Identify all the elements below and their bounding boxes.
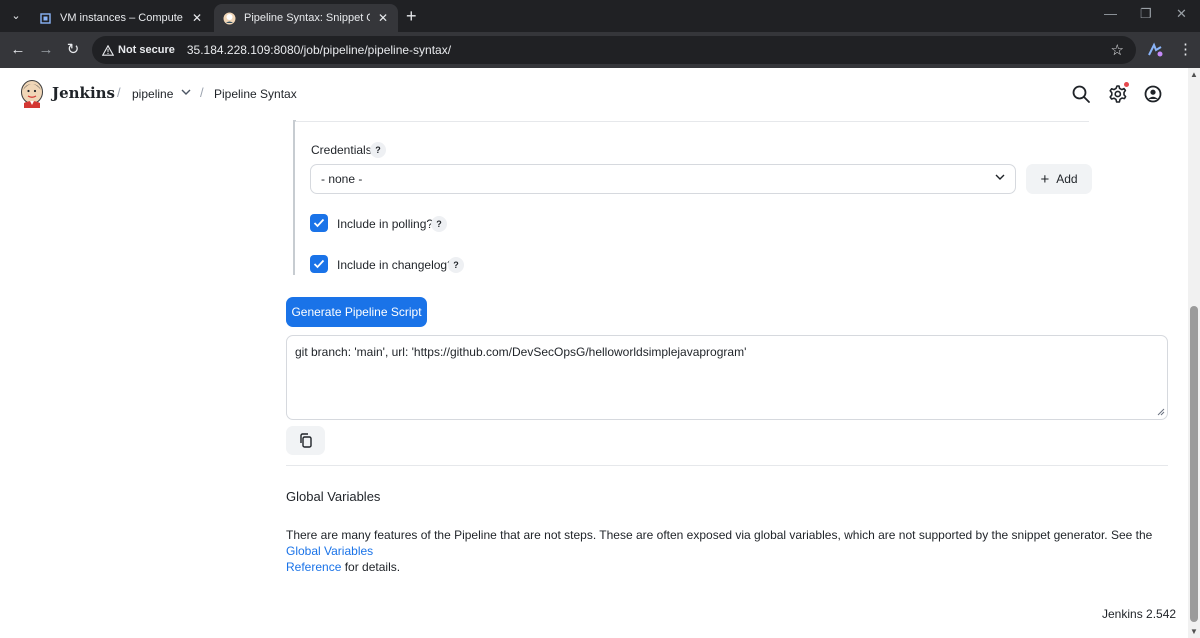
- scroll-down-arrow-icon[interactable]: ▼: [1190, 627, 1198, 636]
- credentials-label: Credentials: [311, 143, 372, 157]
- browser-tab-pipeline-syntax[interactable]: Pipeline Syntax: Snippet Genera ✕: [214, 4, 398, 32]
- breadcrumb-dropdown-chevron-icon[interactable]: [181, 87, 191, 99]
- section-indent-rule: [293, 120, 295, 275]
- bookmark-star-icon[interactable]: ☆: [1111, 41, 1124, 59]
- new-tab-button[interactable]: +: [406, 6, 417, 26]
- compute-engine-favicon-icon: [38, 11, 52, 25]
- breadcrumb-separator: /: [200, 85, 204, 100]
- scroll-up-arrow-icon[interactable]: ▲: [1190, 70, 1198, 79]
- notification-dot: [1124, 82, 1129, 87]
- jenkins-favicon-icon: [222, 11, 236, 25]
- chevron-down-icon: [995, 172, 1005, 184]
- page-scrollbar[interactable]: ▲ ▼: [1188, 68, 1200, 638]
- generate-pipeline-script-button[interactable]: Generate Pipeline Script: [286, 297, 427, 327]
- credentials-help-icon[interactable]: ?: [370, 142, 386, 158]
- scrollbar-thumb[interactable]: [1190, 306, 1198, 622]
- include-polling-checkbox[interactable]: [310, 214, 328, 232]
- site-security-chip[interactable]: Not secure: [102, 44, 175, 56]
- credentials-select[interactable]: - none -: [310, 164, 1016, 194]
- reload-icon[interactable]: ↻: [63, 40, 83, 60]
- global-variables-reference-link[interactable]: Global Variables: [286, 544, 373, 558]
- jenkins-header: Jenkins / pipeline / Pipeline Syntax: [0, 68, 1188, 120]
- checkmark-icon: [313, 259, 325, 269]
- tab-search-chevron-icon[interactable]: ⌄: [8, 8, 24, 24]
- tab-title: Pipeline Syntax: Snippet Genera: [244, 12, 370, 24]
- divider: [286, 465, 1168, 466]
- include-polling-label[interactable]: Include in polling?: [337, 217, 433, 231]
- jenkins-version[interactable]: Jenkins 2.542: [1102, 607, 1176, 621]
- user-account-icon[interactable]: [1142, 83, 1164, 105]
- close-window-icon[interactable]: ✕: [1176, 6, 1187, 22]
- tab-title: VM instances – Compute Engin: [60, 12, 184, 24]
- back-arrow-icon[interactable]: ←: [8, 40, 28, 60]
- breadcrumb-pipeline-syntax[interactable]: Pipeline Syntax: [214, 87, 297, 101]
- copy-to-clipboard-button[interactable]: [286, 426, 325, 455]
- not-secure-label: Not secure: [118, 44, 175, 56]
- generated-script-text: git branch: 'main', url: 'https://github…: [295, 345, 747, 359]
- global-variables-text-end: for details.: [341, 560, 401, 574]
- address-bar[interactable]: Not secure 35.184.228.109:8080/job/pipel…: [92, 36, 1136, 64]
- include-polling-help-icon[interactable]: ?: [431, 216, 447, 232]
- search-icon[interactable]: [1070, 83, 1092, 105]
- include-changelog-checkbox[interactable]: [310, 255, 328, 273]
- global-variables-text: There are many features of the Pipeline …: [286, 528, 1153, 542]
- jenkins-brand[interactable]: Jenkins: [52, 84, 115, 102]
- browser-toolbar: ← → ↻ Not secure 35.184.228.109:8080/job…: [0, 32, 1200, 68]
- minimize-window-icon[interactable]: —: [1104, 6, 1117, 21]
- global-variables-description: There are many features of the Pipeline …: [286, 527, 1168, 575]
- add-label: Add: [1056, 172, 1078, 186]
- jenkins-logo-icon[interactable]: [20, 80, 44, 108]
- generated-script-textarea[interactable]: git branch: 'main', url: 'https://github…: [286, 335, 1168, 420]
- previous-field-bottom-border: [294, 120, 1089, 122]
- credentials-selected-value: - none -: [321, 172, 363, 186]
- resize-handle-icon[interactable]: [1157, 408, 1165, 418]
- restore-window-icon[interactable]: ❐: [1140, 6, 1152, 22]
- browser-tab-vm-instances[interactable]: VM instances – Compute Engin ✕: [30, 4, 212, 32]
- include-changelog-label[interactable]: Include in changelog?: [337, 258, 454, 272]
- copy-icon: [299, 433, 312, 448]
- warning-triangle-icon: [102, 44, 114, 56]
- global-variables-reference-link-continued[interactable]: Reference: [286, 560, 341, 574]
- breadcrumb-separator: /: [117, 85, 121, 100]
- close-tab-icon[interactable]: ✕: [190, 11, 204, 25]
- browser-tabstrip: ⌄ VM instances – Compute Engin ✕ Pipelin…: [0, 0, 1200, 32]
- breadcrumb-pipeline[interactable]: pipeline: [132, 87, 173, 101]
- add-credentials-button[interactable]: + Add: [1026, 164, 1092, 194]
- include-changelog-help-icon[interactable]: ?: [448, 257, 464, 273]
- url-text[interactable]: 35.184.228.109:8080/job/pipeline/pipelin…: [187, 43, 451, 57]
- plus-icon: +: [1040, 170, 1050, 188]
- checkmark-icon: [313, 218, 325, 228]
- global-variables-heading: Global Variables: [286, 489, 381, 504]
- forward-arrow-icon[interactable]: →: [36, 40, 56, 60]
- extension-icon[interactable]: [1146, 41, 1164, 59]
- browser-menu-icon[interactable]: ⋮: [1178, 40, 1193, 58]
- close-tab-icon[interactable]: ✕: [376, 11, 390, 25]
